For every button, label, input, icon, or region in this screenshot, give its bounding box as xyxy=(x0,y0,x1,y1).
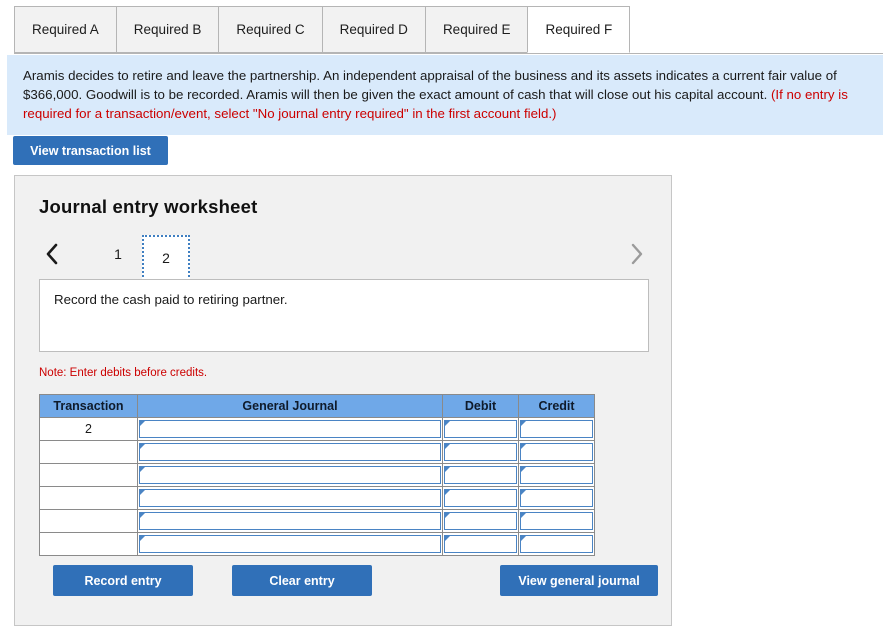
general-journal-input[interactable] xyxy=(139,535,441,553)
credit-input[interactable] xyxy=(520,443,593,461)
general-journal-input-cell xyxy=(137,417,443,441)
instruction-text: Aramis decides to retire and leave the p… xyxy=(23,68,837,102)
worksheet-actions: Record entry Clear entry View general jo… xyxy=(39,565,658,597)
tab-required-b[interactable]: Required B xyxy=(115,6,220,53)
general-journal-input[interactable] xyxy=(139,466,441,484)
column-header-debit: Debit xyxy=(442,394,519,418)
general-journal-input[interactable] xyxy=(139,512,441,530)
debit-input-cell xyxy=(442,417,519,441)
column-header-credit: Credit xyxy=(518,394,595,418)
journal-table-row xyxy=(39,463,595,487)
chevron-left-icon[interactable] xyxy=(39,237,65,271)
credit-input-cell xyxy=(518,417,595,441)
credit-input[interactable] xyxy=(520,512,593,530)
credit-input[interactable] xyxy=(520,535,593,553)
requirement-tabstrip: Required A Required B Required C Required D… xyxy=(0,0,890,54)
chevron-right-icon[interactable] xyxy=(623,237,649,271)
credit-input[interactable] xyxy=(520,466,593,484)
credit-input-cell xyxy=(518,440,595,464)
column-header-general-journal: General Journal xyxy=(137,394,443,418)
journal-table-row xyxy=(39,440,595,464)
debit-input[interactable] xyxy=(444,420,517,438)
debit-input-cell xyxy=(442,463,519,487)
transaction-number-cell xyxy=(39,463,138,487)
transaction-prompt-box: Record the cash paid to retiring partner… xyxy=(39,279,649,352)
debit-input[interactable] xyxy=(444,443,517,461)
tab-required-d[interactable]: Required D xyxy=(321,6,426,53)
journal-table-header-row: Transaction General Journal Debit Credit xyxy=(39,394,595,418)
debit-input-cell xyxy=(442,509,519,533)
tab-required-a[interactable]: Required A xyxy=(14,6,117,53)
general-journal-input-cell xyxy=(137,463,443,487)
journal-table-row xyxy=(39,532,595,556)
general-journal-input[interactable] xyxy=(139,489,441,507)
general-journal-input-cell xyxy=(137,509,443,533)
debit-input[interactable] xyxy=(444,489,517,507)
clear-entry-button[interactable]: Clear entry xyxy=(232,565,372,596)
journal-table-row: 2 xyxy=(39,417,595,441)
worksheet-pager: 1 2 xyxy=(39,235,649,281)
transaction-prompt-text: Record the cash paid to retiring partner… xyxy=(54,292,288,307)
instruction-banner: Aramis decides to retire and leave the p… xyxy=(7,55,883,135)
credit-input-cell xyxy=(518,509,595,533)
tab-required-f[interactable]: Required F xyxy=(527,6,631,53)
transaction-number-cell: 2 xyxy=(39,417,138,441)
debit-input-cell xyxy=(442,532,519,556)
worksheet-title: Journal entry worksheet xyxy=(39,196,258,217)
credit-input[interactable] xyxy=(520,489,593,507)
tab-required-e[interactable]: Required E xyxy=(424,6,529,53)
general-journal-input[interactable] xyxy=(139,420,441,438)
column-header-transaction: Transaction xyxy=(39,394,138,418)
debit-input[interactable] xyxy=(444,512,517,530)
tabstrip-underline xyxy=(14,53,883,54)
journal-table-row xyxy=(39,486,595,510)
credit-input-cell xyxy=(518,532,595,556)
requirement-tabs: Required A Required B Required C Required D… xyxy=(14,6,631,53)
journal-entry-worksheet-panel: Journal entry worksheet 1 2 Record the c… xyxy=(14,175,672,626)
worksheet-page-1[interactable]: 1 xyxy=(94,235,142,273)
general-journal-input-cell xyxy=(137,532,443,556)
credit-input[interactable] xyxy=(520,420,593,438)
view-transaction-list-button[interactable]: View transaction list xyxy=(13,136,168,165)
general-journal-input[interactable] xyxy=(139,443,441,461)
general-journal-input-cell xyxy=(137,486,443,510)
worksheet-page-2[interactable]: 2 xyxy=(142,235,190,281)
transaction-number-cell xyxy=(39,509,138,533)
transaction-number-cell xyxy=(39,532,138,556)
debits-before-credits-note: Note: Enter debits before credits. xyxy=(39,367,208,379)
debit-input[interactable] xyxy=(444,466,517,484)
debit-input-cell xyxy=(442,440,519,464)
record-entry-button[interactable]: Record entry xyxy=(53,565,193,596)
view-general-journal-button[interactable]: View general journal xyxy=(500,565,658,596)
tab-required-c[interactable]: Required C xyxy=(218,6,323,53)
debit-input-cell xyxy=(442,486,519,510)
journal-entry-table: Transaction General Journal Debit Credit… xyxy=(39,394,595,556)
general-journal-input-cell xyxy=(137,440,443,464)
transaction-number-cell xyxy=(39,486,138,510)
journal-table-row xyxy=(39,509,595,533)
transaction-number-cell xyxy=(39,440,138,464)
debit-input[interactable] xyxy=(444,535,517,553)
credit-input-cell xyxy=(518,486,595,510)
credit-input-cell xyxy=(518,463,595,487)
